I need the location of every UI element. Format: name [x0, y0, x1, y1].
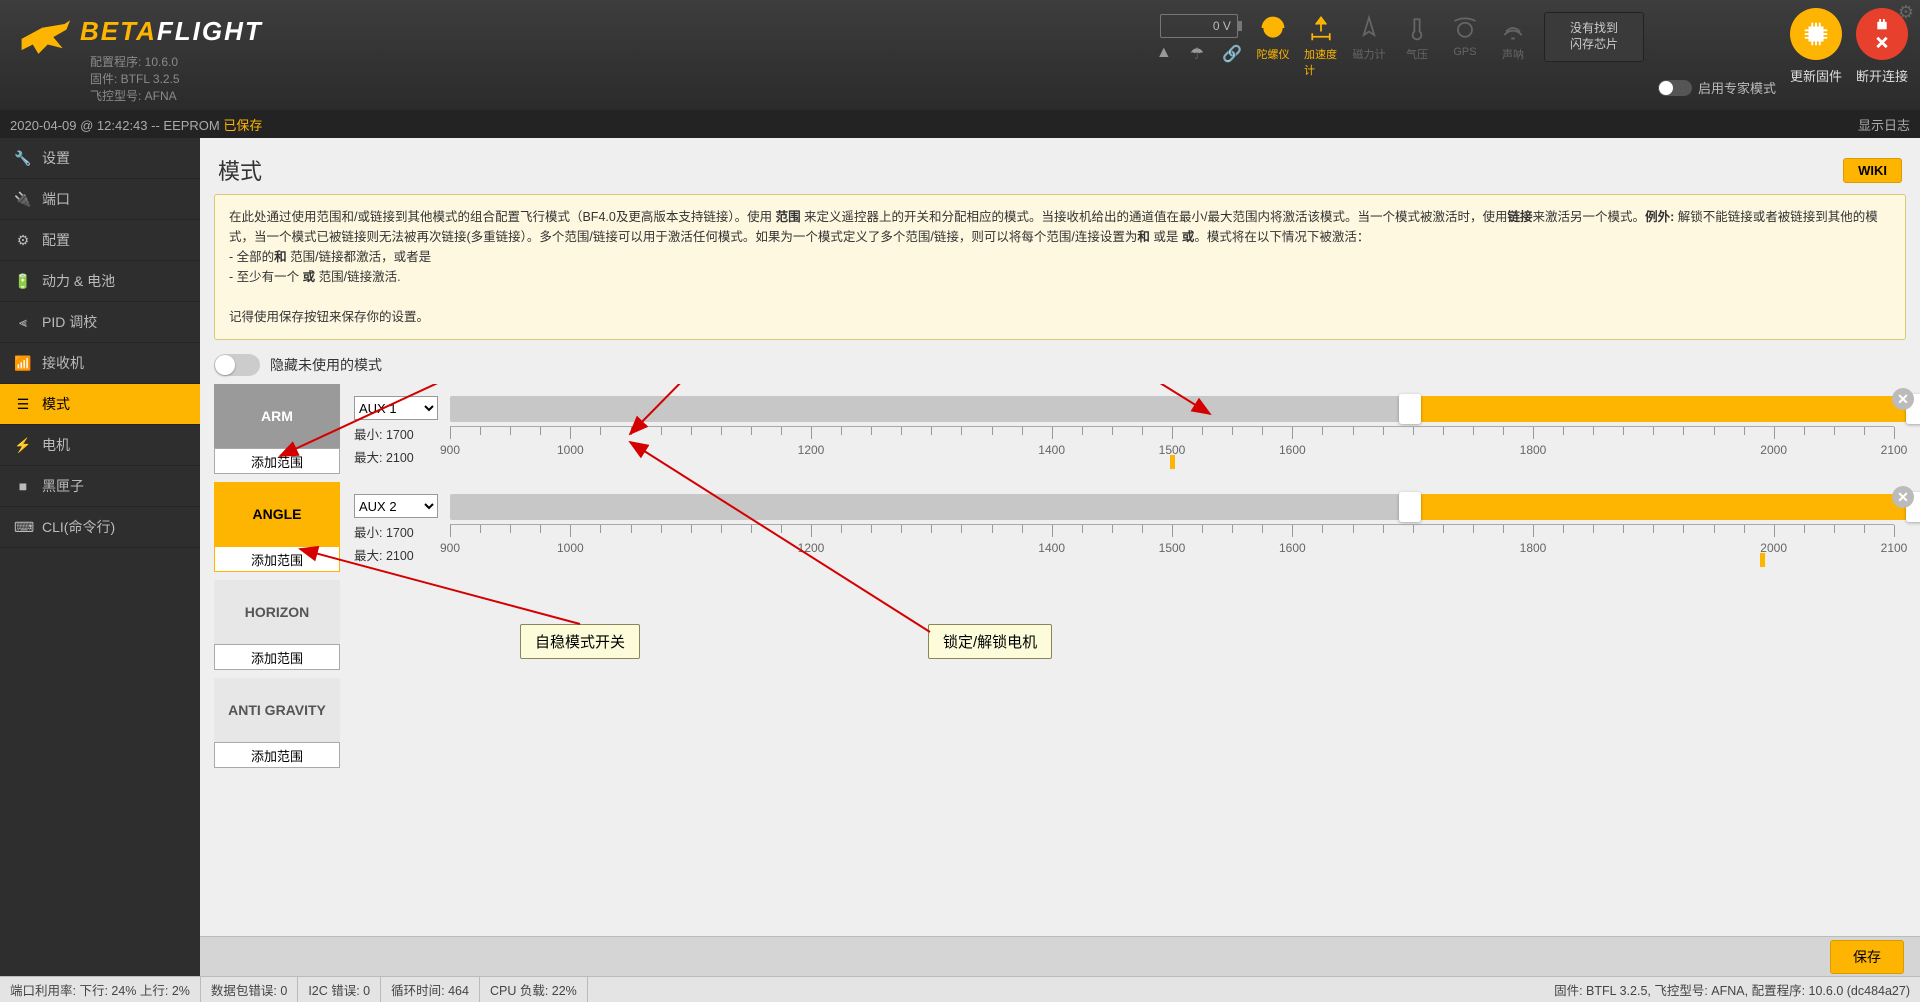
- logo: BETAFLIGHT: [16, 8, 263, 60]
- i2c-errors: I2C 错误: 0: [298, 977, 381, 1002]
- disconnect-button[interactable]: 断开连接: [1856, 8, 1908, 85]
- add-range-button[interactable]: 添加范围: [214, 546, 340, 572]
- range-min: 最小: 1700: [354, 424, 438, 443]
- toggle-icon[interactable]: [1658, 80, 1692, 96]
- content-area: 模式 WIKI 在此处通过使用范围和/或链接到其他模式的组合配置飞行模式（BF4…: [200, 138, 1920, 976]
- slider-handle-min[interactable]: [1399, 394, 1421, 424]
- log-status-bar: 2020-04-09 @ 12:42:43 -- EEPROM 已保存 显示日志: [0, 110, 1920, 138]
- delete-range-button[interactable]: ✕: [1892, 388, 1914, 410]
- version-info: 配置程序: 10.6.0 固件: BTFL 3.2.5 飞控型号: AFNA: [90, 54, 180, 104]
- delete-range-button[interactable]: ✕: [1892, 486, 1914, 508]
- range-min: 最小: 1700: [354, 522, 438, 541]
- mode-row-horizon: HORIZON 添加范围: [214, 580, 1906, 670]
- modes-list: ARM 添加范围 AUX 1 最小: 1700 最大: 2100 9001000…: [200, 384, 1920, 936]
- range-slider[interactable]: 90010001200140015001600180020002100: [450, 396, 1906, 466]
- battery-readout: 0 V ▲ ☂ 🔗: [1156, 8, 1242, 64]
- cycle-time: 循环时间: 464: [381, 977, 480, 1002]
- link-icon: 🔗: [1222, 44, 1242, 64]
- add-range-button[interactable]: 添加范围: [214, 644, 340, 670]
- mode-name-label: HORIZON: [214, 580, 340, 644]
- packet-errors: 数据包错误: 0: [201, 977, 298, 1002]
- mode-name-label: ANGLE: [214, 482, 340, 546]
- page-title: 模式: [218, 154, 262, 186]
- nav-icon: ⌨: [14, 519, 32, 536]
- aux-select[interactable]: AUX 2: [354, 494, 438, 518]
- add-range-button[interactable]: 添加范围: [214, 742, 340, 768]
- save-button[interactable]: 保存: [1830, 940, 1904, 974]
- nav-icon: ⫷: [14, 314, 32, 331]
- sidebar-item-8[interactable]: ■黑匣子: [0, 466, 200, 507]
- sidebar-item-2[interactable]: ⚙配置: [0, 220, 200, 261]
- slider-handle-min[interactable]: [1399, 492, 1421, 522]
- port-utilization: 端口利用率: 下行: 24% 上行: 2%: [0, 977, 201, 1002]
- sensor-gyro: 陀螺仪: [1256, 14, 1290, 78]
- sidebar-item-4[interactable]: ⫷PID 调校: [0, 302, 200, 343]
- cpu-load: CPU 负载: 22%: [480, 977, 588, 1002]
- sensor-baro: 气压: [1400, 14, 1434, 78]
- mode-name-label: ARM: [214, 384, 340, 448]
- sidebar-nav: 🔧设置🔌端口⚙配置🔋动力 & 电池⫷PID 调校📶接收机☰模式⚡电机■黑匣子⌨C…: [0, 138, 200, 976]
- app-header: BETAFLIGHT ⚙ 0 V ▲ ☂ 🔗 陀螺仪 加速度计 磁力计 气压 G…: [0, 0, 1920, 110]
- range-max: 最大: 2100: [354, 545, 438, 564]
- sensor-status-grid: 陀螺仪 加速度计 磁力计 气压 GPS 声呐: [1256, 8, 1530, 78]
- channel-marker: [1760, 553, 1765, 567]
- sidebar-item-0[interactable]: 🔧设置: [0, 138, 200, 179]
- mode-name-label: ANTI GRAVITY: [214, 678, 340, 742]
- sidebar-item-1[interactable]: 🔌端口: [0, 179, 200, 220]
- nav-icon: ⚙: [14, 232, 32, 249]
- parachute-icon: ☂: [1190, 44, 1204, 64]
- wiki-button[interactable]: WIKI: [1843, 158, 1902, 183]
- save-bar: 保存: [200, 936, 1920, 976]
- logo-text: BETAFLIGHT: [80, 16, 263, 47]
- mode-row-arm: ARM 添加范围 AUX 1 最小: 1700 最大: 2100 9001000…: [214, 384, 1906, 474]
- update-firmware-button[interactable]: 更新固件: [1790, 8, 1842, 85]
- hide-unused-label: 隐藏未使用的模式: [270, 355, 382, 375]
- nav-icon: ⚡: [14, 437, 32, 454]
- firmware-info: 固件: BTFL 3.2.5, 飞控型号: AFNA, 配置程序: 10.6.0…: [1544, 980, 1920, 999]
- nav-icon: 📶: [14, 355, 32, 372]
- bottom-status-bar: 端口利用率: 下行: 24% 上行: 2% 数据包错误: 0 I2C 错误: 0…: [0, 976, 1920, 1002]
- sensor-sonar: 声呐: [1496, 14, 1530, 78]
- sensor-gps: GPS: [1448, 14, 1482, 78]
- info-box: 在此处通过使用范围和/或链接到其他模式的组合配置飞行模式（BF4.0及更高版本支…: [214, 194, 1906, 340]
- sidebar-item-7[interactable]: ⚡电机: [0, 425, 200, 466]
- show-log-link[interactable]: 显示日志: [1858, 115, 1910, 134]
- range-max: 最大: 2100: [354, 447, 438, 466]
- expert-mode-toggle[interactable]: 启用专家模式: [1658, 78, 1776, 97]
- battery-icon: 0 V: [1160, 14, 1238, 38]
- sidebar-item-3[interactable]: 🔋动力 & 电池: [0, 261, 200, 302]
- nav-icon: ☰: [14, 396, 32, 413]
- sensor-accel: 加速度计: [1304, 14, 1338, 78]
- sidebar-item-9[interactable]: ⌨CLI(命令行): [0, 507, 200, 548]
- usb-x-icon: [1867, 19, 1897, 49]
- bee-icon: [16, 16, 72, 60]
- aux-select[interactable]: AUX 1: [354, 396, 438, 420]
- sidebar-item-5[interactable]: 📶接收机: [0, 343, 200, 384]
- nav-icon: ■: [14, 478, 32, 494]
- mode-row-anti-gravity: ANTI GRAVITY 添加范围: [214, 678, 1906, 768]
- sensor-mag: 磁力计: [1352, 14, 1386, 78]
- range-slider[interactable]: 90010001200140015001600180020002100: [450, 494, 1906, 564]
- mode-row-angle: ANGLE 添加范围 AUX 2 最小: 1700 最大: 2100 90010…: [214, 482, 1906, 572]
- hide-unused-toggle[interactable]: [214, 354, 260, 376]
- chip-icon: [1801, 19, 1831, 49]
- channel-marker: [1170, 455, 1175, 469]
- nav-icon: 🔋: [14, 273, 32, 290]
- nav-icon: 🔌: [14, 191, 32, 208]
- nav-icon: 🔧: [14, 150, 32, 167]
- add-range-button[interactable]: 添加范围: [214, 448, 340, 474]
- sidebar-item-6[interactable]: ☰模式: [0, 384, 200, 425]
- flash-chip-status: 没有找到闪存芯片: [1544, 12, 1644, 62]
- warning-icon: ▲: [1156, 44, 1172, 64]
